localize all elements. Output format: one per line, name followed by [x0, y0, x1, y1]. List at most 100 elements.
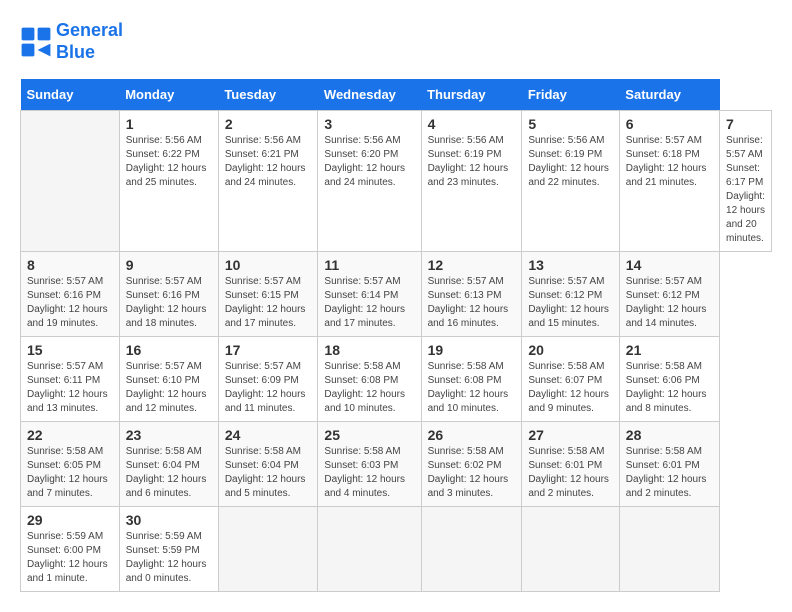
day-detail: Sunrise: 5:57 AMSunset: 6:12 PMDaylight:… [528, 275, 612, 331]
day-number: 20 [528, 342, 612, 358]
day-number: 17 [225, 342, 312, 358]
empty-cell [21, 111, 120, 252]
calendar-day-cell: 8 Sunrise: 5:57 AMSunset: 6:16 PMDaylight… [21, 252, 120, 337]
calendar-week-row: 8 Sunrise: 5:57 AMSunset: 6:16 PMDaylight… [21, 252, 772, 337]
calendar-table: SundayMondayTuesdayWednesdayThursdayFrid… [20, 79, 772, 592]
day-number: 2 [225, 116, 312, 132]
calendar-day-cell: 4Sunrise: 5:56 AMSunset: 6:19 PMDaylight… [421, 111, 522, 252]
day-detail: Sunrise: 5:57 AMSunset: 6:18 PMDaylight:… [626, 134, 713, 190]
day-number: 9 [126, 257, 212, 273]
day-header-thursday: Thursday [421, 79, 522, 111]
day-number: 18 [324, 342, 414, 358]
day-header-saturday: Saturday [619, 79, 719, 111]
day-number: 26 [428, 427, 516, 443]
day-number: 24 [225, 427, 312, 443]
calendar-day-cell: 25 Sunrise: 5:58 AMSunset: 6:03 PMDayligh… [318, 422, 421, 507]
day-number: 25 [324, 427, 414, 443]
calendar-day-cell: 30 Sunrise: 5:59 AMSunset: 5:59 PMDayligh… [119, 507, 218, 592]
day-number: 7 [726, 116, 765, 132]
calendar-day-cell [522, 507, 619, 592]
day-number: 1 [126, 116, 212, 132]
calendar-day-cell: 9 Sunrise: 5:57 AMSunset: 6:16 PMDaylight… [119, 252, 218, 337]
day-number: 30 [126, 512, 212, 528]
day-number: 4 [428, 116, 516, 132]
day-detail: Sunrise: 5:57 AMSunset: 6:11 PMDaylight:… [27, 360, 113, 416]
calendar-week-row: 1 Sunrise: 5:56 AMSunset: 6:22 PMDaylight… [21, 111, 772, 252]
calendar-day-cell: 7 Sunrise: 5:57 AMSunset: 6:17 PMDaylight… [720, 111, 772, 252]
day-detail: Sunrise: 5:56 AMSunset: 6:22 PMDaylight:… [126, 134, 212, 190]
calendar-body: 1 Sunrise: 5:56 AMSunset: 6:22 PMDaylight… [21, 111, 772, 592]
day-detail: Sunrise: 5:57 AMSunset: 6:15 PMDaylight:… [225, 275, 312, 331]
calendar-day-cell: 13 Sunrise: 5:57 AMSunset: 6:12 PMDayligh… [522, 252, 619, 337]
calendar-day-cell: 19 Sunrise: 5:58 AMSunset: 6:08 PMDayligh… [421, 337, 522, 422]
day-detail: Sunrise: 5:58 AMSunset: 6:05 PMDaylight:… [27, 445, 113, 501]
day-number: 13 [528, 257, 612, 273]
calendar-day-cell: 26 Sunrise: 5:58 AMSunset: 6:02 PMDayligh… [421, 422, 522, 507]
day-number: 14 [626, 257, 713, 273]
day-number: 21 [626, 342, 713, 358]
day-detail: Sunrise: 5:58 AMSunset: 6:03 PMDaylight:… [324, 445, 414, 501]
day-detail: Sunrise: 5:58 AMSunset: 6:06 PMDaylight:… [626, 360, 713, 416]
day-detail: Sunrise: 5:58 AMSunset: 6:07 PMDaylight:… [528, 360, 612, 416]
day-header-monday: Monday [119, 79, 218, 111]
calendar-week-row: 15 Sunrise: 5:57 AMSunset: 6:11 PMDayligh… [21, 337, 772, 422]
day-number: 19 [428, 342, 516, 358]
calendar-day-cell: 22 Sunrise: 5:58 AMSunset: 6:05 PMDayligh… [21, 422, 120, 507]
day-number: 28 [626, 427, 713, 443]
calendar-day-cell: 5Sunrise: 5:56 AMSunset: 6:19 PMDaylight… [522, 111, 619, 252]
calendar-week-row: 22 Sunrise: 5:58 AMSunset: 6:05 PMDayligh… [21, 422, 772, 507]
day-header-sunday: Sunday [21, 79, 120, 111]
calendar-day-cell: 16 Sunrise: 5:57 AMSunset: 6:10 PMDayligh… [119, 337, 218, 422]
day-number: 11 [324, 257, 414, 273]
day-detail: Sunrise: 5:59 AMSunset: 5:59 PMDaylight:… [126, 530, 212, 586]
calendar-day-cell: 27Sunrise: 5:58 AMSunset: 6:01 PMDayligh… [522, 422, 619, 507]
day-detail: Sunrise: 5:57 AMSunset: 6:16 PMDaylight:… [27, 275, 113, 331]
day-detail: Sunrise: 5:57 AMSunset: 6:12 PMDaylight:… [626, 275, 713, 331]
calendar-day-cell: 3 Sunrise: 5:56 AMSunset: 6:20 PMDaylight… [318, 111, 421, 252]
calendar-day-cell: 23 Sunrise: 5:58 AMSunset: 6:04 PMDayligh… [119, 422, 218, 507]
logo: General Blue [20, 20, 123, 63]
day-detail: Sunrise: 5:58 AMSunset: 6:01 PMDaylight:… [528, 445, 612, 501]
day-detail: Sunrise: 5:57 AMSunset: 6:17 PMDaylight:… [726, 134, 765, 246]
day-number: 15 [27, 342, 113, 358]
calendar-day-cell [318, 507, 421, 592]
calendar-day-cell: 29Sunrise: 5:59 AMSunset: 6:00 PMDayligh… [21, 507, 120, 592]
day-detail: Sunrise: 5:57 AMSunset: 6:13 PMDaylight:… [428, 275, 516, 331]
day-detail: Sunrise: 5:58 AMSunset: 6:08 PMDaylight:… [324, 360, 414, 416]
day-detail: Sunrise: 5:57 AMSunset: 6:14 PMDaylight:… [324, 275, 414, 331]
day-number: 10 [225, 257, 312, 273]
day-number: 16 [126, 342, 212, 358]
day-detail: Sunrise: 5:58 AMSunset: 6:02 PMDaylight:… [428, 445, 516, 501]
calendar-day-cell: 18 Sunrise: 5:58 AMSunset: 6:08 PMDayligh… [318, 337, 421, 422]
day-detail: Sunrise: 5:58 AMSunset: 6:04 PMDaylight:… [126, 445, 212, 501]
calendar-day-cell: 2 Sunrise: 5:56 AMSunset: 6:21 PMDaylight… [218, 111, 318, 252]
calendar-day-cell [421, 507, 522, 592]
day-detail: Sunrise: 5:57 AMSunset: 6:09 PMDaylight:… [225, 360, 312, 416]
day-number: 23 [126, 427, 212, 443]
calendar-day-cell: 6Sunrise: 5:57 AMSunset: 6:18 PMDaylight… [619, 111, 719, 252]
day-detail: Sunrise: 5:57 AMSunset: 6:10 PMDaylight:… [126, 360, 212, 416]
day-detail: Sunrise: 5:58 AMSunset: 6:01 PMDaylight:… [626, 445, 713, 501]
day-detail: Sunrise: 5:57 AMSunset: 6:16 PMDaylight:… [126, 275, 212, 331]
calendar-week-row: 29Sunrise: 5:59 AMSunset: 6:00 PMDayligh… [21, 507, 772, 592]
calendar-day-cell: 10 Sunrise: 5:57 AMSunset: 6:15 PMDayligh… [218, 252, 318, 337]
day-detail: Sunrise: 5:56 AMSunset: 6:20 PMDaylight:… [324, 134, 414, 190]
calendar-day-cell: 28 Sunrise: 5:58 AMSunset: 6:01 PMDayligh… [619, 422, 719, 507]
calendar-day-cell: 14 Sunrise: 5:57 AMSunset: 6:12 PMDayligh… [619, 252, 719, 337]
calendar-day-cell: 12Sunrise: 5:57 AMSunset: 6:13 PMDayligh… [421, 252, 522, 337]
calendar-day-cell [619, 507, 719, 592]
day-number: 3 [324, 116, 414, 132]
calendar-day-cell: 20 Sunrise: 5:58 AMSunset: 6:07 PMDayligh… [522, 337, 619, 422]
calendar-day-cell: 24Sunrise: 5:58 AMSunset: 6:04 PMDayligh… [218, 422, 318, 507]
logo-icon [20, 26, 52, 58]
calendar-day-cell: 15 Sunrise: 5:57 AMSunset: 6:11 PMDayligh… [21, 337, 120, 422]
day-number: 22 [27, 427, 113, 443]
day-detail: Sunrise: 5:59 AMSunset: 6:00 PMDaylight:… [27, 530, 113, 586]
day-header-wednesday: Wednesday [318, 79, 421, 111]
calendar-day-cell: 1 Sunrise: 5:56 AMSunset: 6:22 PMDaylight… [119, 111, 218, 252]
day-number: 8 [27, 257, 113, 273]
day-detail: Sunrise: 5:58 AMSunset: 6:08 PMDaylight:… [428, 360, 516, 416]
day-header-friday: Friday [522, 79, 619, 111]
calendar-day-cell: 21 Sunrise: 5:58 AMSunset: 6:06 PMDayligh… [619, 337, 719, 422]
day-detail: Sunrise: 5:56 AMSunset: 6:21 PMDaylight:… [225, 134, 312, 190]
